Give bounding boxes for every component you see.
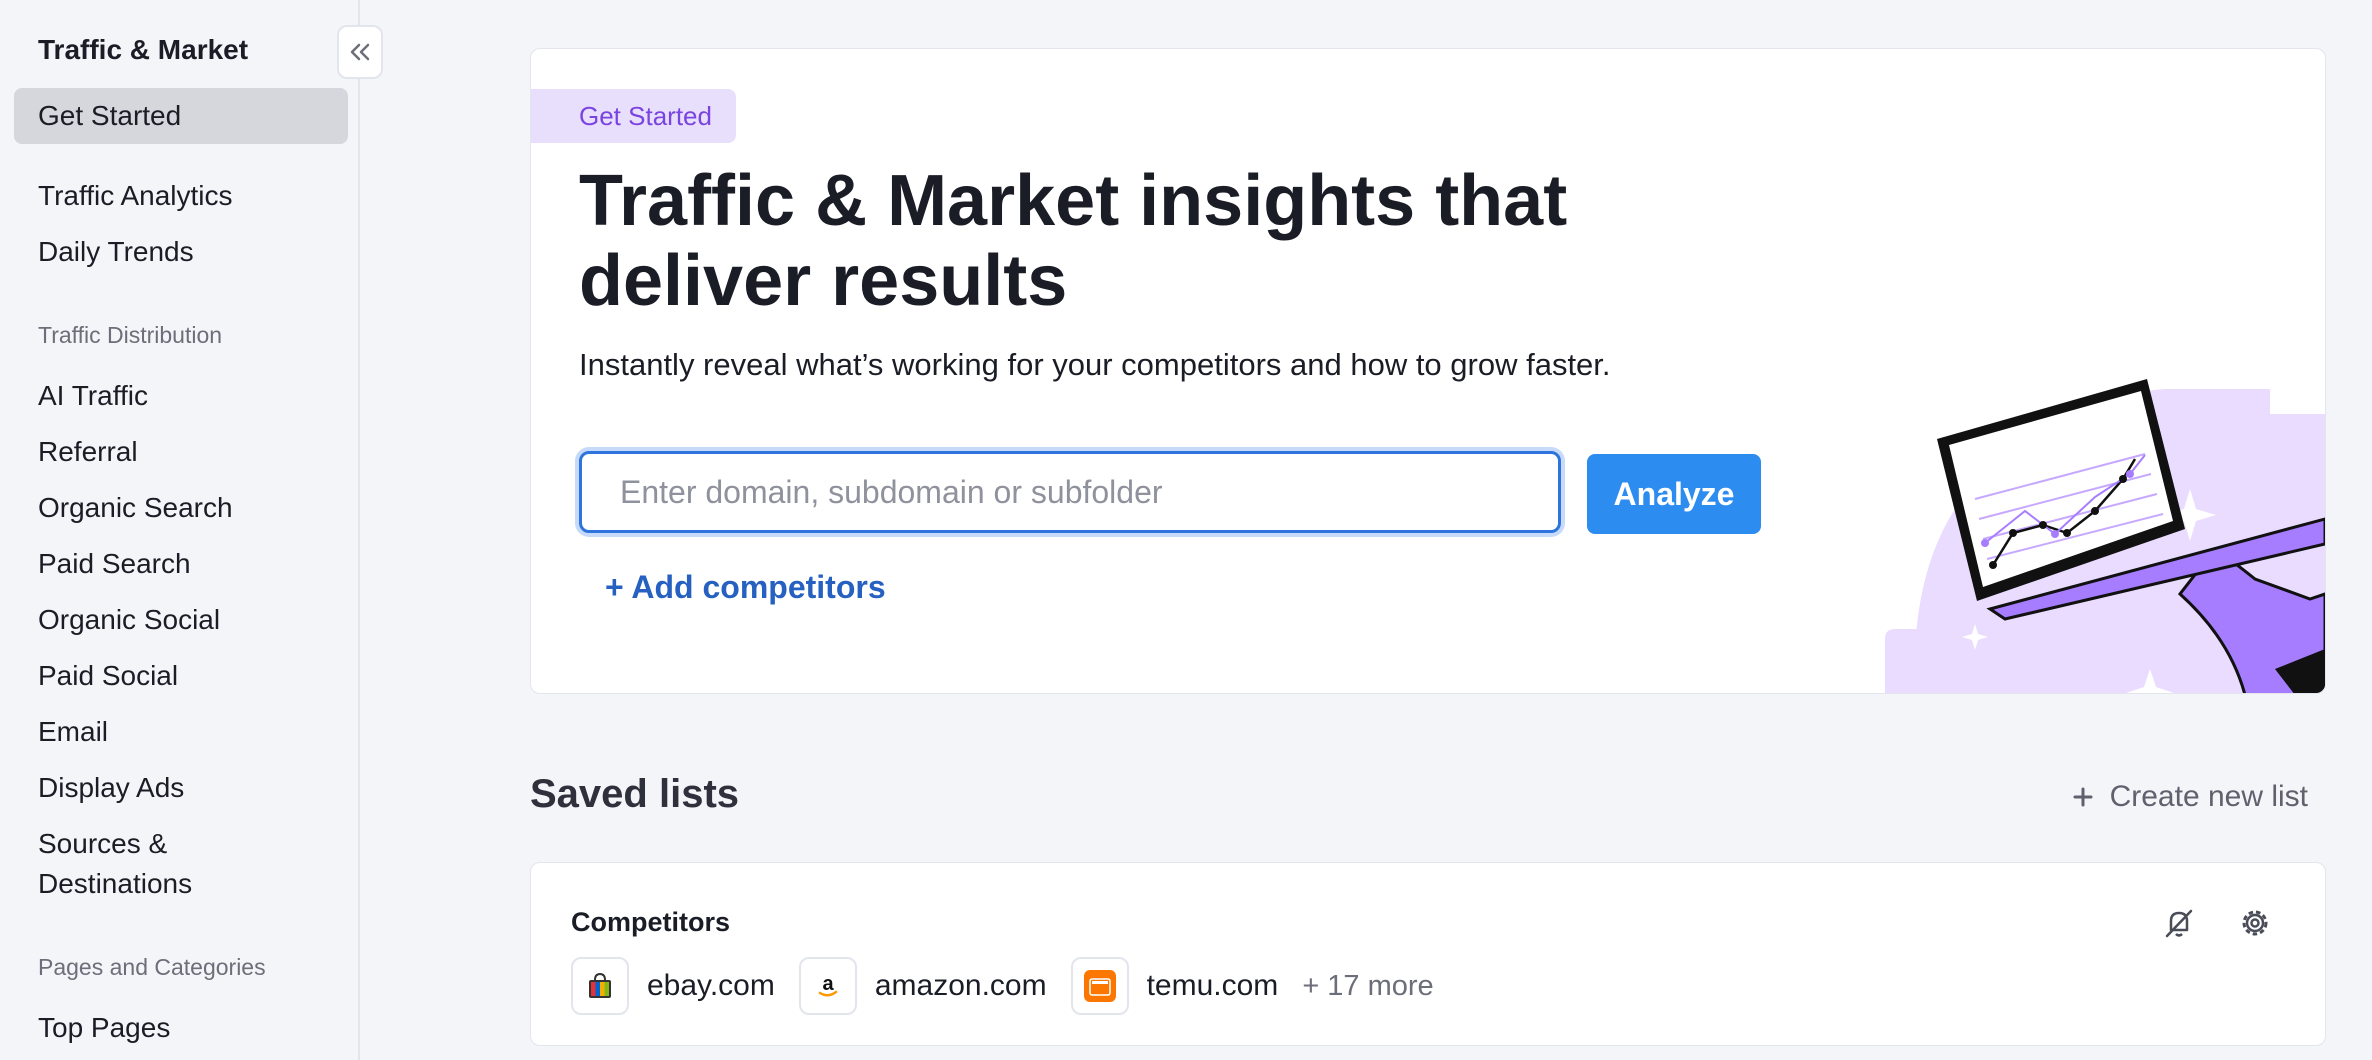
domain-item[interactable]: a amazon.com (798, 957, 1047, 1015)
domain-label: temu.com (1146, 969, 1279, 1002)
domain-list: ebay.com a amazon.com temu.com + 17 more (571, 957, 1434, 1015)
domain-item[interactable]: ebay.com (571, 957, 775, 1015)
domain-label: ebay.com (647, 969, 775, 1002)
laptop-illustration (1885, 379, 2325, 693)
hero-title: Traffic & Market insights that deliver r… (579, 161, 1679, 321)
sidebar-item-paid-social[interactable]: Paid Social (38, 656, 178, 696)
more-domains-link[interactable]: + 17 more (1302, 970, 1433, 1003)
notifications-off-button[interactable] (2159, 903, 2199, 943)
sidebar-item-get-started[interactable]: Get Started (14, 88, 348, 144)
temu-favicon-icon (1070, 957, 1129, 1015)
get-started-tag: Get Started (531, 89, 736, 143)
domain-item[interactable]: temu.com (1070, 957, 1279, 1015)
sidebar-section-pages-categories: Pages and Categories (38, 954, 266, 980)
sidebar-item-paid-search[interactable]: Paid Search (38, 544, 191, 584)
sidebar-section-traffic-distribution: Traffic Distribution (38, 322, 223, 348)
double-chevron-left-icon (350, 43, 370, 61)
analyze-button[interactable]: Analyze (1587, 454, 1761, 534)
sidebar-item-ai-traffic[interactable]: AI Traffic (38, 376, 148, 416)
sidebar-item-referral[interactable]: Referral (38, 432, 138, 472)
amazon-favicon-icon: a (798, 957, 857, 1015)
hero-card: Get Started Traffic & Market insights th… (530, 48, 2326, 694)
sidebar-item-traffic-analytics[interactable]: Traffic Analytics (38, 176, 233, 216)
sidebar-item-email[interactable]: Email (38, 712, 108, 752)
hero-title-line1: Traffic & Market insights that (579, 161, 1568, 241)
add-competitors-link[interactable]: + Add competitors (605, 569, 886, 606)
sidebar-item-display-ads[interactable]: Display Ads (38, 768, 184, 808)
sidebar-item-sources-destinations[interactable]: Sources & Destinations (38, 824, 192, 904)
create-new-list-label: Create new list (2109, 780, 2308, 813)
list-name: Competitors (571, 907, 731, 937)
gear-icon (2242, 910, 2268, 936)
collapse-sidebar-button[interactable] (337, 25, 383, 79)
sidebar: Traffic & Market Get Started Traffic Ana… (0, 0, 383, 1060)
bell-off-icon (2165, 909, 2193, 938)
saved-lists-title: Saved lists (530, 772, 740, 816)
list-actions (2159, 903, 2275, 943)
hero-subtitle: Instantly reveal what’s working for your… (579, 347, 1611, 382)
saved-list-card[interactable]: Competitors ebay.com a amazon.com temu.c… (530, 862, 2326, 1046)
sidebar-item-top-pages[interactable]: Top Pages (38, 1008, 170, 1048)
sidebar-item-organic-social[interactable]: Organic Social (38, 600, 220, 640)
ebay-favicon-icon (571, 957, 629, 1015)
sidebar-item-sources-line2: Destinations (38, 868, 193, 899)
domain-label: amazon.com (874, 969, 1047, 1002)
hero-title-line2: deliver results (579, 241, 1068, 321)
domain-input[interactable] (579, 451, 1561, 533)
list-settings-button[interactable] (2235, 903, 2275, 943)
sidebar-title: Traffic & Market (38, 34, 249, 65)
create-new-list-button[interactable]: Create new list (2072, 780, 2308, 814)
sidebar-item-organic-search[interactable]: Organic Search (38, 488, 233, 528)
sidebar-item-sources-line1: Sources & (38, 828, 168, 859)
sidebar-item-daily-trends[interactable]: Daily Trends (38, 232, 194, 272)
plus-icon (2073, 787, 2093, 807)
svg-text:a: a (822, 973, 834, 995)
